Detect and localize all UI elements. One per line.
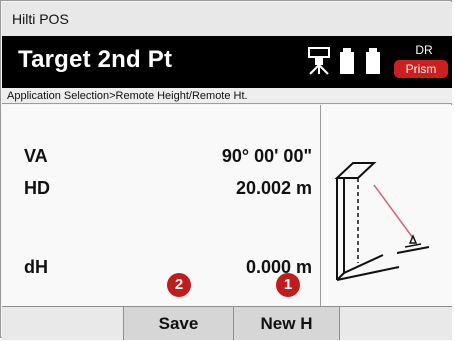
target-type-badge[interactable]: Prism [394,60,448,78]
battery-icon [340,48,380,74]
measurement-label: HD [24,178,50,198]
remote-height-diagram [321,105,452,306]
measurement-row-hd: HD 20.002 m [2,178,320,202]
save-button[interactable]: Save [124,307,234,340]
measurement-value: 0.000 m [245,257,312,277]
measurement-value: 20.002 m [235,178,312,198]
screen-header: Target 2nd Pt DR Prism [2,36,452,88]
mode-label: DR [415,43,433,57]
app-title: Hilti POS [12,11,69,27]
measurement-panel: VA 90° 00' 00" HD 20.002 m dH 0.000 m [2,105,321,306]
measurement-label: dH [24,257,48,277]
screen-title: Target 2nd Pt [18,46,173,73]
softkey-4[interactable] [340,307,452,340]
callout-marker-save: 2 [167,273,191,297]
softkey-bar: Save New H [2,306,452,340]
breadcrumb: Application Selection>Remote Height/Remo… [2,88,452,104]
callout-marker-new-h: 1 [276,273,300,297]
device-window: Hilti POS Target 2nd Pt DR Prism Applica… [0,0,452,340]
tripod-icon [308,47,330,75]
remote-height-illustration [334,162,430,281]
measurement-value: 90° 00' 00" [221,146,312,166]
softkey-1[interactable] [2,307,124,340]
title-bar: Hilti POS [2,2,452,37]
measurement-row-va: VA 90° 00' 00" [2,146,320,170]
new-h-button[interactable]: New H [234,307,340,340]
measurement-row-dh: dH 0.000 m [2,257,320,281]
measurement-label: VA [24,146,48,166]
